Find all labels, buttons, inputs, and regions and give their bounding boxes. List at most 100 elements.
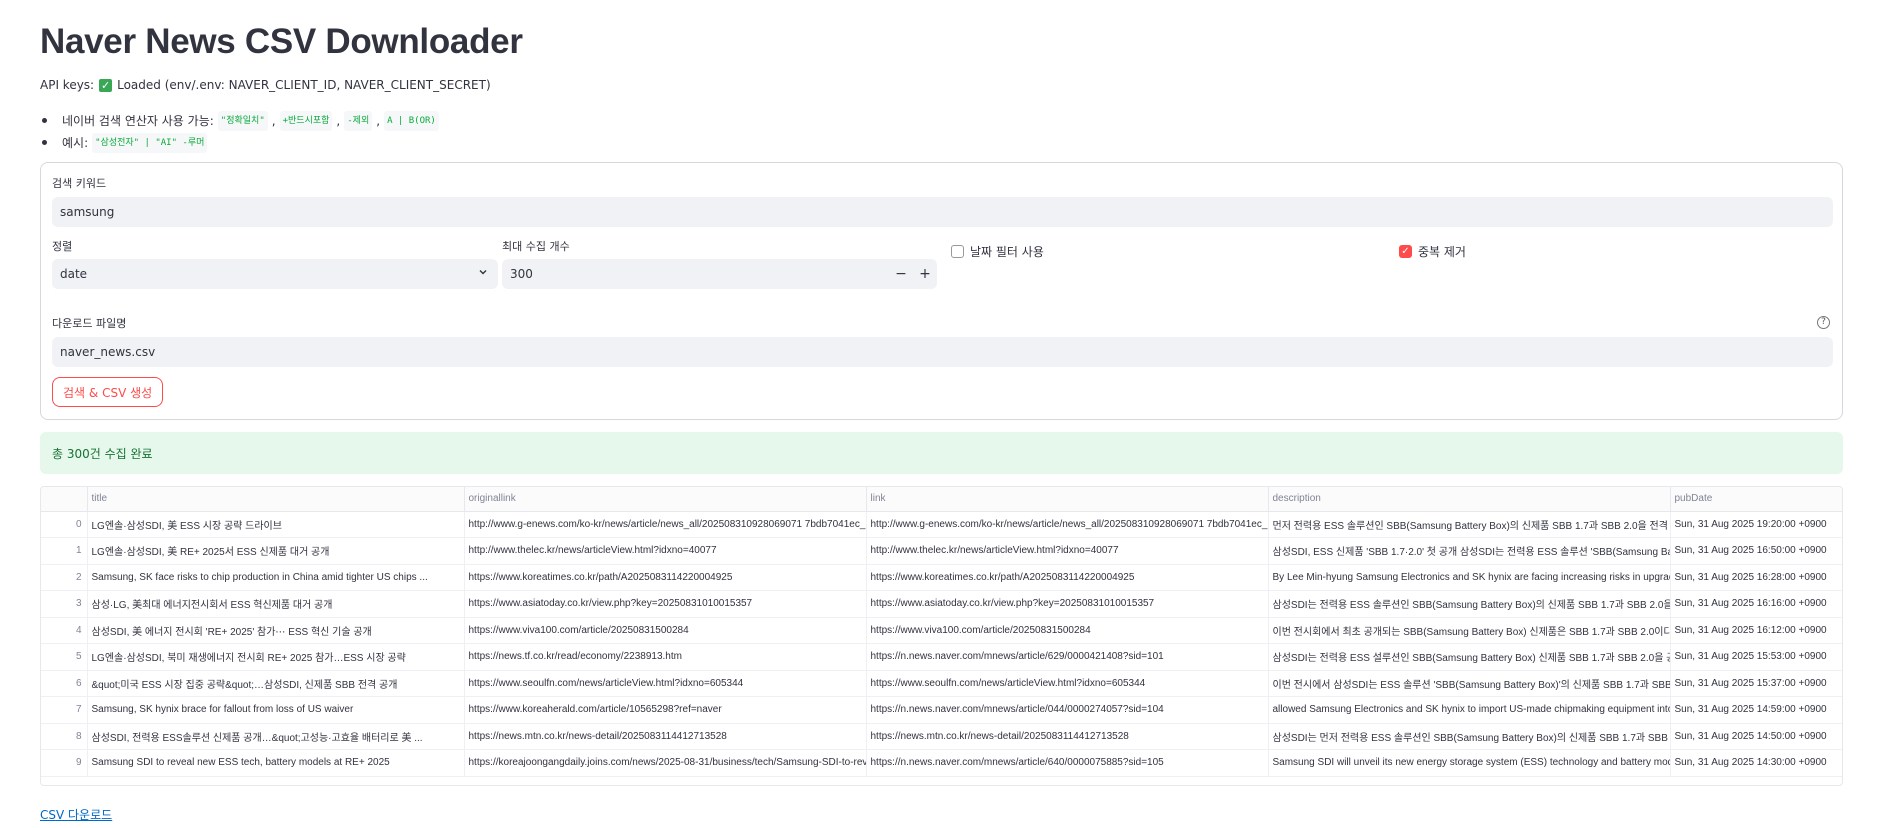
table-cell-description[interactable]: allowed Samsung Electronics and SK hynix… [1268, 696, 1671, 724]
table-row[interactable]: 4 삼성SDI, 美 에너지 전시회 'RE+ 2025' 참가⋯ ESS 혁신 … [41, 617, 1842, 644]
table-cell-originallink[interactable]: https://www.seoulfn.com/news/articleView… [464, 670, 867, 697]
column-header-index[interactable] [41, 487, 88, 512]
table-cell-link[interactable]: https://www.asiatoday.co.kr/view.php?key… [866, 590, 1269, 618]
table-cell-originallink[interactable]: https://koreajoongangdaily.joins.com/new… [464, 749, 867, 777]
table-cell-title[interactable]: LG엔솔·삼성SDI, 美 RE+ 2025서 ESS 신제품 대거 공개 [87, 537, 465, 565]
table-cell-pubdate[interactable]: Sun, 31 Aug 2025 14:30:00 +0900 [1670, 749, 1842, 777]
table-row[interactable]: 2 Samsung, SK face risks to chip producti… [41, 564, 1842, 591]
date-filter-checkbox-row[interactable]: 날짜 필터 사용 [951, 243, 1044, 260]
table-cell-description[interactable]: 이번 전시에서 삼성SDI는 ESS 솔루션 'SBB(Samsung Batt… [1268, 670, 1671, 697]
table-cell-idx[interactable]: 1 [41, 537, 88, 565]
table-cell-idx[interactable]: 9 [41, 749, 88, 777]
search-and-generate-csv-button[interactable]: 검색 & CSV 생성 [52, 377, 164, 407]
table-cell-description[interactable]: 삼성SDI는 먼저 전력용 ESS 솔루션인 SBB(Samsung Batte… [1268, 723, 1671, 750]
dedupe-label: 중복 제거 [1418, 245, 1466, 259]
column-header-title[interactable]: title [87, 487, 465, 512]
table-cell-idx[interactable]: 2 [41, 564, 88, 591]
list-item: 네이버 검색 연산자 사용 가능: "정확일치", +반드시포함, -제외, A… [40, 110, 439, 132]
table-cell-originallink[interactable]: http://www.g-enews.com/ko-kr/news/articl… [464, 511, 867, 538]
table-cell-pubdate[interactable]: Sun, 31 Aug 2025 16:50:00 +0900 [1670, 537, 1842, 565]
table-cell-description[interactable]: 이번 전시회에서 최초 공개되는 SBB(Samsung Battery Box… [1268, 617, 1671, 644]
table-row[interactable]: 9 Samsung SDI to reveal new ESS tech, bat… [41, 749, 1842, 777]
table-cell-idx[interactable]: 3 [41, 590, 88, 618]
column-header-originallink[interactable]: originallink [464, 487, 867, 512]
table-cell-description[interactable]: 삼성SDI, ESS 신제품 'SBB 1.7·2.0' 첫 공개 삼성SDI는… [1268, 537, 1671, 565]
table-cell-idx[interactable]: 4 [41, 617, 88, 644]
sort-selected-value: date [60, 267, 88, 281]
table-cell-title[interactable]: Samsung, SK face risks to chip productio… [87, 564, 465, 591]
table-cell-idx[interactable]: 0 [41, 511, 88, 538]
table-cell-title[interactable]: Samsung SDI to reveal new ESS tech, batt… [87, 749, 465, 777]
table-cell-title[interactable]: Samsung, SK hynix brace for fallout from… [87, 696, 465, 724]
table-cell-link[interactable]: https://news.mtn.co.kr/news-detail/20250… [866, 723, 1269, 750]
table-cell-originallink[interactable]: https://www.koreatimes.co.kr/path/A20250… [464, 564, 867, 591]
sort-select[interactable]: date [52, 259, 498, 289]
table-cell-link[interactable]: https://n.news.naver.com/mnews/article/6… [866, 749, 1269, 777]
max-count-input[interactable]: 300 − + [502, 259, 937, 289]
table-cell-pubdate[interactable]: Sun, 31 Aug 2025 19:20:00 +0900 [1670, 511, 1842, 538]
table-cell-title[interactable]: &quot;미국 ESS 시장 집중 공략&quot;…삼성SDI, 신제품 S… [87, 670, 465, 697]
table-cell-pubdate[interactable]: Sun, 31 Aug 2025 15:53:00 +0900 [1670, 643, 1842, 671]
table-cell-description[interactable]: By Lee Min-hyung Samsung Electronics and… [1268, 564, 1671, 591]
check-mark-icon: ✓ [99, 78, 113, 92]
csv-download-link[interactable]: CSV 다운로드 [40, 806, 112, 823]
filename-input[interactable]: naver_news.csv [52, 337, 1833, 367]
table-cell-originallink[interactable]: https://www.viva100.com/article/20250831… [464, 617, 867, 644]
dedupe-checkbox-row[interactable]: ✓ 중복 제거 [1399, 243, 1466, 260]
table-cell-originallink[interactable]: https://www.asiatoday.co.kr/view.php?key… [464, 590, 867, 618]
table-row[interactable]: 8 삼성SDI, 전력용 ESS솔루션 신제품 공개…&quot;고성능·고효율 … [41, 723, 1842, 750]
table-cell-pubdate[interactable]: Sun, 31 Aug 2025 16:16:00 +0900 [1670, 590, 1842, 618]
table-row[interactable]: 5 LG엔솔·삼성SDI, 북미 재생에너지 전시회 RE+ 2025 참가…ES… [41, 643, 1842, 671]
max-count-label: 최대 수집 개수 [502, 240, 570, 253]
table-cell-link[interactable]: http://www.thelec.kr/news/articleView.ht… [866, 537, 1269, 565]
date-filter-checkbox[interactable] [951, 245, 964, 258]
table-cell-pubdate[interactable]: Sun, 31 Aug 2025 14:50:00 +0900 [1670, 723, 1842, 750]
dedupe-checkbox[interactable]: ✓ [1399, 245, 1412, 258]
table-cell-originallink[interactable]: https://news.mtn.co.kr/news-detail/20250… [464, 723, 867, 750]
table-row[interactable]: 0 LG엔솔·삼성SDI, 美 ESS 시장 공략 드라이브 http://www.… [41, 511, 1842, 538]
table-cell-description[interactable]: 삼성SDI는 전력용 ESS 설루션인 SBB(Samsung Battery … [1268, 643, 1671, 671]
table-cell-description[interactable]: Samsung SDI will unveil its new energy s… [1268, 749, 1671, 777]
code-snippet: +반드시포함 [279, 111, 333, 131]
table-cell-idx[interactable]: 7 [41, 696, 88, 724]
page-title: Naver News CSV Downloader [40, 22, 523, 61]
table-cell-link[interactable]: https://www.koreatimes.co.kr/path/A20250… [866, 564, 1269, 591]
table-cell-idx[interactable]: 8 [41, 723, 88, 750]
table-cell-pubdate[interactable]: Sun, 31 Aug 2025 15:37:00 +0900 [1670, 670, 1842, 697]
table-cell-idx[interactable]: 6 [41, 670, 88, 697]
filename-label: 다운로드 파일명 [52, 317, 127, 330]
table-cell-link[interactable]: https://www.seoulfn.com/news/articleView… [866, 670, 1269, 697]
decrement-button[interactable]: − [889, 259, 913, 289]
table-cell-title[interactable]: 삼성SDI, 전력용 ESS솔루션 신제품 공개…&quot;고성능·고효율 배… [87, 723, 465, 750]
table-cell-title[interactable]: LG엔솔·삼성SDI, 북미 재생에너지 전시회 RE+ 2025 참가…ESS… [87, 643, 465, 671]
column-header-link[interactable]: link [866, 487, 1269, 512]
table-cell-originallink[interactable]: https://www.koreaherald.com/article/1056… [464, 696, 867, 724]
table-cell-link[interactable]: https://www.viva100.com/article/20250831… [866, 617, 1269, 644]
table-row[interactable]: 6 &quot;미국 ESS 시장 집중 공략&quot;…삼성SDI, 신제품 … [41, 670, 1842, 697]
date-filter-label: 날짜 필터 사용 [970, 245, 1044, 259]
table-cell-pubdate[interactable]: Sun, 31 Aug 2025 14:59:00 +0900 [1670, 696, 1842, 724]
increment-button[interactable]: + [913, 259, 937, 289]
table-cell-link[interactable]: https://n.news.naver.com/mnews/article/6… [866, 643, 1269, 671]
table-row[interactable]: 3 삼성·LG, 美최대 에너지전시회서 ESS 혁신제품 대거 공개 https:… [41, 590, 1842, 618]
table-cell-description[interactable]: 먼저 전력용 ESS 솔루션인 SBB(Samsung Battery Box)… [1268, 511, 1671, 538]
keyword-input[interactable]: samsung [52, 197, 1833, 227]
table-cell-link[interactable]: https://n.news.naver.com/mnews/article/0… [866, 696, 1269, 724]
table-cell-link[interactable]: http://www.g-enews.com/ko-kr/news/articl… [866, 511, 1269, 538]
table-cell-pubdate[interactable]: Sun, 31 Aug 2025 16:28:00 +0900 [1670, 564, 1842, 591]
help-question-icon[interactable]: ? [1817, 316, 1830, 329]
table-cell-idx[interactable]: 5 [41, 643, 88, 671]
table-cell-title[interactable]: 삼성SDI, 美 에너지 전시회 'RE+ 2025' 참가⋯ ESS 혁신 기… [87, 617, 465, 644]
table-row[interactable]: 1 LG엔솔·삼성SDI, 美 RE+ 2025서 ESS 신제품 대거 공개 ht… [41, 537, 1842, 565]
column-header-pubdate[interactable]: pubDate [1670, 487, 1842, 512]
table-cell-title[interactable]: LG엔솔·삼성SDI, 美 ESS 시장 공략 드라이브 [87, 511, 465, 538]
results-table[interactable]: title originallink link description pubD… [40, 486, 1843, 786]
table-cell-originallink[interactable]: http://www.thelec.kr/news/articleView.ht… [464, 537, 867, 565]
table-cell-originallink[interactable]: https://news.tf.co.kr/read/economy/22389… [464, 643, 867, 671]
table-cell-description[interactable]: 삼성SDI는 전력용 ESS 솔루션인 SBB(Samsung Battery … [1268, 590, 1671, 618]
column-header-description[interactable]: description [1268, 487, 1671, 512]
table-row[interactable]: 7 Samsung, SK hynix brace for fallout fro… [41, 696, 1842, 724]
table-cell-title[interactable]: 삼성·LG, 美최대 에너지전시회서 ESS 혁신제품 대거 공개 [87, 590, 465, 618]
help-text-operators: 네이버 검색 연산자 사용 가능: [62, 114, 214, 128]
table-cell-pubdate[interactable]: Sun, 31 Aug 2025 16:12:00 +0900 [1670, 617, 1842, 644]
